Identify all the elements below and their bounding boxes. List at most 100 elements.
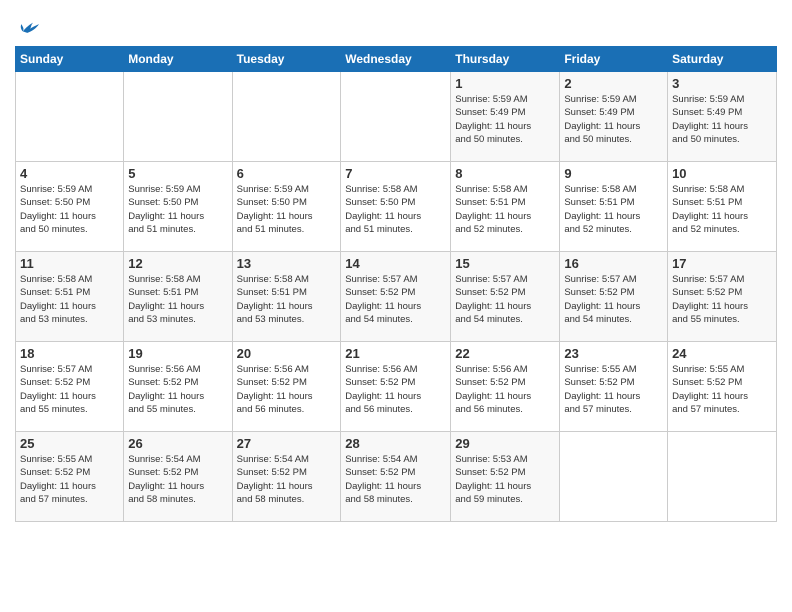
day-number: 15 — [455, 256, 555, 271]
week-row-4: 18 Sunrise: 5:57 AM Sunset: 5:52 PM Dayli… — [16, 342, 777, 432]
day-info: Sunrise: 5:55 AM Sunset: 5:52 PM Dayligh… — [564, 363, 663, 416]
day-info: Sunrise: 5:54 AM Sunset: 5:52 PM Dayligh… — [128, 453, 227, 506]
calendar-cell: 21 Sunrise: 5:56 AM Sunset: 5:52 PM Dayli… — [341, 342, 451, 432]
column-header-saturday: Saturday — [668, 47, 777, 72]
day-info: Sunrise: 5:59 AM Sunset: 5:50 PM Dayligh… — [20, 183, 119, 236]
day-info: Sunrise: 5:57 AM Sunset: 5:52 PM Dayligh… — [455, 273, 555, 326]
day-number: 18 — [20, 346, 119, 361]
day-number: 14 — [345, 256, 446, 271]
calendar-cell: 18 Sunrise: 5:57 AM Sunset: 5:52 PM Dayli… — [16, 342, 124, 432]
day-number: 12 — [128, 256, 227, 271]
day-number: 10 — [672, 166, 772, 181]
day-info: Sunrise: 5:54 AM Sunset: 5:52 PM Dayligh… — [345, 453, 446, 506]
calendar-cell: 3 Sunrise: 5:59 AM Sunset: 5:49 PM Daylig… — [668, 72, 777, 162]
calendar-cell: 1Sunrise: 5:59 AM Sunset: 5:49 PM Daylig… — [451, 72, 560, 162]
day-info: Sunrise: 5:58 AM Sunset: 5:51 PM Dayligh… — [237, 273, 337, 326]
calendar-cell: 29Sunrise: 5:53 AM Sunset: 5:52 PM Dayli… — [451, 432, 560, 522]
day-number: 1 — [455, 76, 555, 91]
column-header-tuesday: Tuesday — [232, 47, 341, 72]
calendar-cell: 24Sunrise: 5:55 AM Sunset: 5:52 PM Dayli… — [668, 342, 777, 432]
day-number: 21 — [345, 346, 446, 361]
day-number: 17 — [672, 256, 772, 271]
day-info: Sunrise: 5:59 AM Sunset: 5:50 PM Dayligh… — [128, 183, 227, 236]
day-info: Sunrise: 5:56 AM Sunset: 5:52 PM Dayligh… — [128, 363, 227, 416]
calendar-cell: 20 Sunrise: 5:56 AM Sunset: 5:52 PM Dayli… — [232, 342, 341, 432]
week-row-5: 25 Sunrise: 5:55 AM Sunset: 5:52 PM Dayli… — [16, 432, 777, 522]
column-header-wednesday: Wednesday — [341, 47, 451, 72]
day-number: 4 — [20, 166, 119, 181]
day-info: Sunrise: 5:58 AM Sunset: 5:50 PM Dayligh… — [345, 183, 446, 236]
day-info: Sunrise: 5:57 AM Sunset: 5:52 PM Dayligh… — [345, 273, 446, 326]
calendar-cell: 2 Sunrise: 5:59 AM Sunset: 5:49 PM Daylig… — [560, 72, 668, 162]
page-header — [15, 10, 777, 38]
day-info: Sunrise: 5:57 AM Sunset: 5:52 PM Dayligh… — [672, 273, 772, 326]
logo-bird-icon — [17, 16, 39, 38]
day-number: 9 — [564, 166, 663, 181]
day-number: 26 — [128, 436, 227, 451]
day-info: Sunrise: 5:54 AM Sunset: 5:52 PM Dayligh… — [237, 453, 337, 506]
day-number: 5 — [128, 166, 227, 181]
day-number: 19 — [128, 346, 227, 361]
column-header-sunday: Sunday — [16, 47, 124, 72]
week-row-3: 11 Sunrise: 5:58 AM Sunset: 5:51 PM Dayli… — [16, 252, 777, 342]
day-info: Sunrise: 5:58 AM Sunset: 5:51 PM Dayligh… — [564, 183, 663, 236]
day-number: 13 — [237, 256, 337, 271]
day-number: 29 — [455, 436, 555, 451]
calendar-cell — [668, 432, 777, 522]
day-info: Sunrise: 5:59 AM Sunset: 5:49 PM Dayligh… — [564, 93, 663, 146]
calendar-cell — [560, 432, 668, 522]
day-number: 27 — [237, 436, 337, 451]
calendar-table: SundayMondayTuesdayWednesdayThursdayFrid… — [15, 46, 777, 522]
day-info: Sunrise: 5:55 AM Sunset: 5:52 PM Dayligh… — [672, 363, 772, 416]
calendar-cell: 6 Sunrise: 5:59 AM Sunset: 5:50 PM Daylig… — [232, 162, 341, 252]
day-number: 6 — [237, 166, 337, 181]
column-header-thursday: Thursday — [451, 47, 560, 72]
day-info: Sunrise: 5:59 AM Sunset: 5:50 PM Dayligh… — [237, 183, 337, 236]
day-info: Sunrise: 5:58 AM Sunset: 5:51 PM Dayligh… — [20, 273, 119, 326]
week-row-2: 4 Sunrise: 5:59 AM Sunset: 5:50 PM Daylig… — [16, 162, 777, 252]
day-number: 22 — [455, 346, 555, 361]
calendar-cell: 17 Sunrise: 5:57 AM Sunset: 5:52 PM Dayli… — [668, 252, 777, 342]
calendar-cell — [232, 72, 341, 162]
day-info: Sunrise: 5:56 AM Sunset: 5:52 PM Dayligh… — [345, 363, 446, 416]
day-info: Sunrise: 5:57 AM Sunset: 5:52 PM Dayligh… — [564, 273, 663, 326]
day-number: 2 — [564, 76, 663, 91]
day-number: 28 — [345, 436, 446, 451]
day-number: 20 — [237, 346, 337, 361]
calendar-cell: 26 Sunrise: 5:54 AM Sunset: 5:52 PM Dayli… — [124, 432, 232, 522]
calendar-cell: 13 Sunrise: 5:58 AM Sunset: 5:51 PM Dayli… — [232, 252, 341, 342]
calendar-cell: 5 Sunrise: 5:59 AM Sunset: 5:50 PM Daylig… — [124, 162, 232, 252]
calendar-cell: 22 Sunrise: 5:56 AM Sunset: 5:52 PM Dayli… — [451, 342, 560, 432]
day-info: Sunrise: 5:57 AM Sunset: 5:52 PM Dayligh… — [20, 363, 119, 416]
calendar-cell: 11 Sunrise: 5:58 AM Sunset: 5:51 PM Dayli… — [16, 252, 124, 342]
day-info: Sunrise: 5:56 AM Sunset: 5:52 PM Dayligh… — [455, 363, 555, 416]
day-number: 3 — [672, 76, 772, 91]
day-info: Sunrise: 5:59 AM Sunset: 5:49 PM Dayligh… — [672, 93, 772, 146]
day-number: 7 — [345, 166, 446, 181]
day-info: Sunrise: 5:56 AM Sunset: 5:52 PM Dayligh… — [237, 363, 337, 416]
calendar-cell — [124, 72, 232, 162]
day-info: Sunrise: 5:55 AM Sunset: 5:52 PM Dayligh… — [20, 453, 119, 506]
calendar-cell: 8Sunrise: 5:58 AM Sunset: 5:51 PM Daylig… — [451, 162, 560, 252]
calendar-cell — [16, 72, 124, 162]
calendar-cell — [341, 72, 451, 162]
day-number: 23 — [564, 346, 663, 361]
calendar-cell: 4 Sunrise: 5:59 AM Sunset: 5:50 PM Daylig… — [16, 162, 124, 252]
calendar-cell: 16Sunrise: 5:57 AM Sunset: 5:52 PM Dayli… — [560, 252, 668, 342]
column-header-monday: Monday — [124, 47, 232, 72]
day-info: Sunrise: 5:58 AM Sunset: 5:51 PM Dayligh… — [455, 183, 555, 236]
calendar-cell: 12Sunrise: 5:58 AM Sunset: 5:51 PM Dayli… — [124, 252, 232, 342]
calendar-cell: 10 Sunrise: 5:58 AM Sunset: 5:51 PM Dayli… — [668, 162, 777, 252]
column-header-friday: Friday — [560, 47, 668, 72]
day-number: 25 — [20, 436, 119, 451]
calendar-cell: 25 Sunrise: 5:55 AM Sunset: 5:52 PM Dayli… — [16, 432, 124, 522]
calendar-cell: 7 Sunrise: 5:58 AM Sunset: 5:50 PM Daylig… — [341, 162, 451, 252]
calendar-cell: 14 Sunrise: 5:57 AM Sunset: 5:52 PM Dayli… — [341, 252, 451, 342]
calendar-cell: 28 Sunrise: 5:54 AM Sunset: 5:52 PM Dayli… — [341, 432, 451, 522]
logo — [15, 10, 39, 38]
calendar-cell: 19 Sunrise: 5:56 AM Sunset: 5:52 PM Dayli… — [124, 342, 232, 432]
calendar-cell: 23 Sunrise: 5:55 AM Sunset: 5:52 PM Dayli… — [560, 342, 668, 432]
day-number: 11 — [20, 256, 119, 271]
day-info: Sunrise: 5:58 AM Sunset: 5:51 PM Dayligh… — [672, 183, 772, 236]
column-headers: SundayMondayTuesdayWednesdayThursdayFrid… — [16, 47, 777, 72]
